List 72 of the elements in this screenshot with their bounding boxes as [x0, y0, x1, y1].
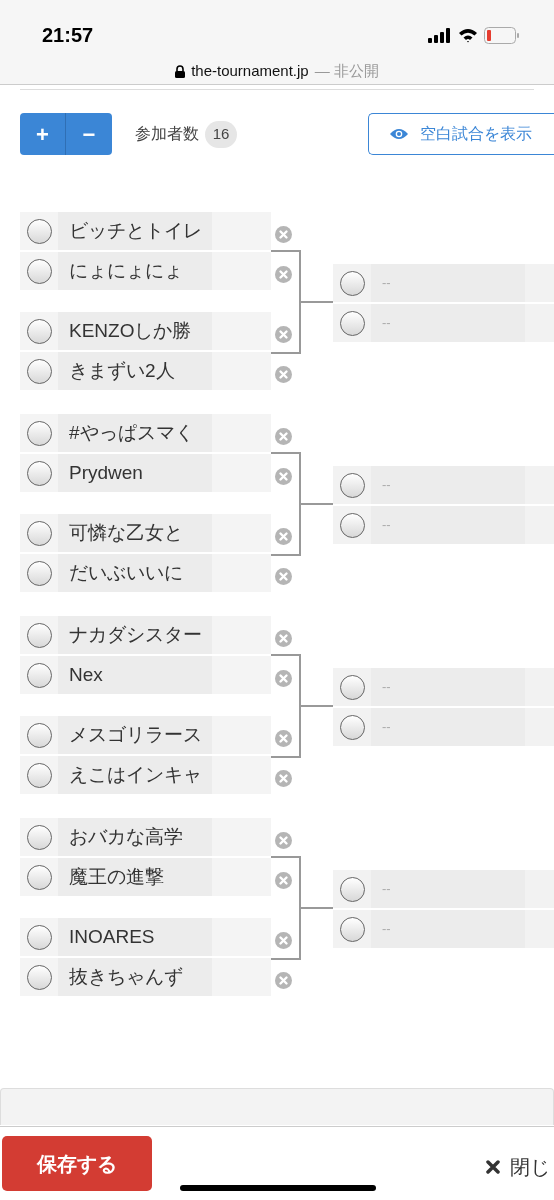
- radio-button[interactable]: [339, 674, 365, 700]
- remove-icon[interactable]: [275, 730, 292, 747]
- wifi-icon: [458, 27, 478, 43]
- participants-label: 参加者数: [135, 124, 199, 144]
- url-text[interactable]: the-tournament.jp: [191, 60, 309, 83]
- name-field[interactable]: KENZOしか勝: [58, 312, 212, 350]
- eye-icon: [390, 128, 408, 140]
- remove-icon[interactable]: [275, 266, 292, 283]
- radio-button[interactable]: [339, 714, 365, 740]
- radio-button[interactable]: [26, 722, 52, 748]
- clock-time: 21:57: [42, 23, 94, 48]
- radio-button[interactable]: [26, 824, 52, 850]
- radio-button[interactable]: [339, 472, 365, 498]
- radio-button[interactable]: [26, 218, 52, 244]
- radio-button[interactable]: [26, 460, 52, 486]
- remove-icon[interactable]: [275, 326, 292, 343]
- radio-button[interactable]: [26, 358, 52, 384]
- radio-button[interactable]: [26, 924, 52, 950]
- name-field[interactable]: きまずい2人: [58, 352, 212, 390]
- name-field[interactable]: 魔王の進撃: [58, 858, 212, 896]
- close-icon: [486, 1160, 500, 1174]
- radio-button[interactable]: [26, 420, 52, 446]
- radio-button[interactable]: [26, 864, 52, 890]
- radio-button[interactable]: [26, 622, 52, 648]
- name-field[interactable]: ナカダシスター: [58, 616, 212, 654]
- radio-button[interactable]: [339, 916, 365, 942]
- radio-button[interactable]: [26, 258, 52, 284]
- name-field[interactable]: Nex: [58, 656, 212, 694]
- radio-button[interactable]: [339, 512, 365, 538]
- add-button[interactable]: +: [20, 113, 66, 155]
- radio-button[interactable]: [339, 270, 365, 296]
- name-field[interactable]: えこはインキャ: [58, 756, 212, 794]
- name-field[interactable]: #やっぱスマく: [58, 414, 212, 452]
- name-field[interactable]: だいぶいいに: [58, 554, 212, 592]
- radio-button[interactable]: [26, 662, 52, 688]
- radio-button[interactable]: [26, 762, 52, 788]
- remove-icon[interactable]: [275, 468, 292, 485]
- name-field[interactable]: INOARES: [58, 918, 212, 956]
- remove-icon[interactable]: [275, 872, 292, 889]
- name-field[interactable]: 可憐な乙女と: [58, 514, 212, 552]
- remove-icon[interactable]: [275, 528, 292, 545]
- radio-button[interactable]: [339, 310, 365, 336]
- remove-icon[interactable]: [275, 630, 292, 647]
- remove-icon[interactable]: [275, 428, 292, 445]
- name-field[interactable]: にょにょにょ: [58, 252, 212, 290]
- remove-icon[interactable]: [275, 972, 292, 989]
- name-field[interactable]: Prydwen: [58, 454, 212, 492]
- name-field[interactable]: メスゴリラース: [58, 716, 212, 754]
- participants-count: 16: [205, 120, 237, 148]
- remove-icon[interactable]: [275, 670, 292, 687]
- show-blank-matches-button[interactable]: 空白試合を表示: [368, 113, 554, 155]
- save-button[interactable]: 保存する: [2, 1136, 152, 1191]
- close-button[interactable]: 閉じ: [510, 1152, 554, 1182]
- radio-button[interactable]: [26, 560, 52, 586]
- remove-icon[interactable]: [275, 568, 292, 585]
- remove-icon[interactable]: [275, 832, 292, 849]
- radio-button[interactable]: [26, 318, 52, 344]
- radio-button[interactable]: [339, 876, 365, 902]
- remove-icon[interactable]: [275, 226, 292, 243]
- signal-icon: [428, 27, 452, 43]
- radio-button[interactable]: [26, 520, 52, 546]
- remove-icon[interactable]: [275, 770, 292, 787]
- name-field[interactable]: ビッチとトイレ: [58, 212, 212, 250]
- name-field[interactable]: 抜きちゃんず: [58, 958, 212, 996]
- remove-icon[interactable]: [275, 366, 292, 383]
- remove-button[interactable]: −: [66, 113, 112, 155]
- remove-icon[interactable]: [275, 932, 292, 949]
- radio-button[interactable]: [26, 964, 52, 990]
- name-field[interactable]: おバカな高学: [58, 818, 212, 856]
- lock-icon: [175, 64, 186, 78]
- battery-icon: [484, 26, 520, 44]
- privacy-note: — 非公開: [314, 61, 379, 81]
